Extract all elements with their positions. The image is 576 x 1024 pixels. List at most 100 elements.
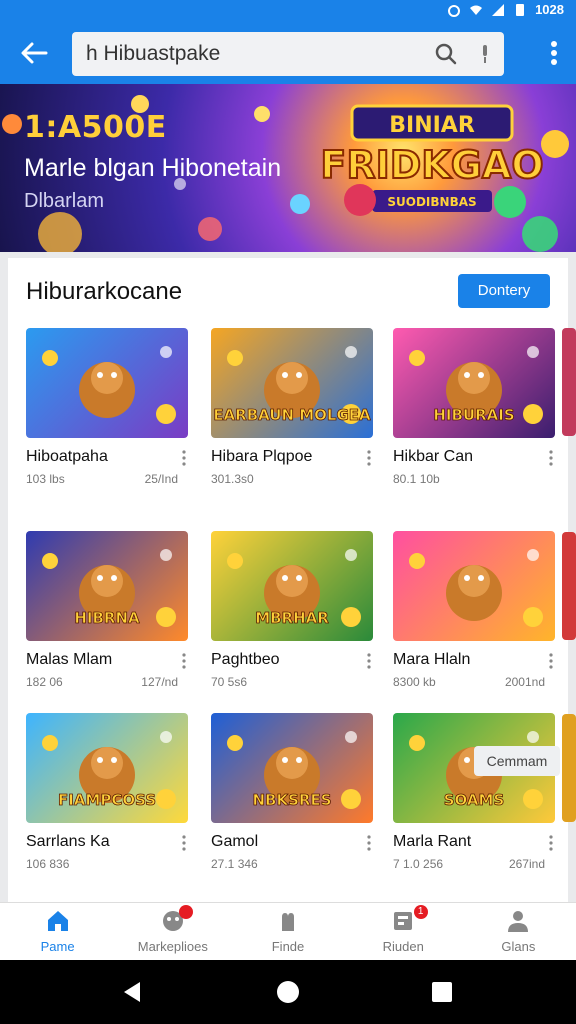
game-size: 301.3s0	[211, 472, 254, 486]
nav-inbox-badge: 1	[413, 905, 428, 919]
tile-overflow-icon[interactable]	[367, 835, 371, 851]
nav-marketplace[interactable]: Markeplioes	[115, 903, 230, 960]
search-input[interactable]: h Hibuastpake	[86, 42, 220, 66]
thumbnail-title-art: HIBURAIS	[433, 406, 514, 424]
game-tile[interactable]: Mara Hlaln 8300 kb 2001nd	[393, 531, 555, 689]
nav-find-label: Finde	[271, 939, 305, 954]
game-size: 70 5s6	[211, 675, 248, 689]
game-size: 7 1.0 256	[393, 857, 444, 871]
game-thumbnail[interactable]: HIBURAIS	[393, 328, 555, 438]
game-tile[interactable]: SOAMS Marla Rant 7 1.0 256 267ind	[393, 713, 555, 871]
game-thumbnail[interactable]: EARBAUN MOLGEA	[211, 328, 373, 438]
game-meta: 80.1 10b	[393, 472, 555, 486]
next-tile-peek	[562, 328, 576, 436]
game-meta: 70 5s6	[211, 675, 373, 689]
tile-overflow-icon[interactable]	[549, 450, 553, 466]
system-back-icon[interactable]	[120, 980, 144, 1004]
game-size: 103 lbs	[26, 472, 65, 486]
game-tile[interactable]: Hiboatpaha 103 lbs 25/Ind	[26, 328, 188, 486]
game-title[interactable]: Gamol	[211, 833, 373, 851]
banner-headline: Marle blgan Hibonetain	[24, 154, 282, 182]
nav-inbox-label: Riuden	[382, 939, 424, 954]
game-meta: 7 1.0 256 267ind	[393, 857, 555, 871]
status-bar: 1028	[0, 0, 576, 22]
game-title[interactable]: Marla Rant	[393, 833, 555, 851]
game-meta: 301.3s0	[211, 472, 373, 486]
game-tile[interactable]: MBRHAR Paghtbeo 70 5s6	[211, 531, 373, 689]
tile-overflow-icon[interactable]	[182, 653, 186, 669]
game-title[interactable]: Sarrlans Ka	[26, 833, 188, 851]
game-size: 27.1 346	[211, 857, 258, 871]
game-thumbnail[interactable]: HIBRNA	[26, 531, 188, 641]
game-thumbnail[interactable]: MBRHAR	[211, 531, 373, 641]
game-thumbnail[interactable]: NBKSRES	[211, 713, 373, 823]
battery-icon	[516, 3, 525, 16]
game-thumbnail[interactable]	[26, 328, 188, 438]
thumbnail-title-art: MBRHAR	[255, 609, 329, 627]
mic-icon[interactable]	[480, 43, 490, 65]
game-title[interactable]: Hibara Plqpoe	[211, 448, 373, 466]
game-tile[interactable]: EARBAUN MOLGEA Hibara Plqpoe 301.3s0	[211, 328, 373, 486]
banner-code: 1:A500E	[24, 110, 167, 145]
tile-overflow-icon[interactable]	[549, 653, 553, 669]
game-title[interactable]: Mara Hlaln	[393, 651, 555, 669]
game-thumbnail[interactable]: FIAMPCOSS	[26, 713, 188, 823]
thumbnail-title-art: SOAMS	[444, 791, 505, 809]
game-thumbnail[interactable]	[393, 531, 555, 641]
catalog-card: Hiburarkocane Dontery Hiboatpaha 103 lbs 2…	[8, 258, 568, 918]
confirm-button[interactable]: Cemmam	[474, 746, 560, 776]
thumbnail-art: NBKSRES	[227, 731, 361, 809]
logo-line-3: SUODIBNBAS	[387, 195, 476, 209]
system-navigation-bar	[0, 960, 576, 1024]
game-tile[interactable]: NBKSRES Gamol 27.1 346	[211, 713, 373, 871]
thumbnail-art: HIBURAIS	[409, 346, 543, 424]
signal-icon	[492, 3, 505, 16]
section-title: Hiburarkocane	[26, 278, 183, 305]
nav-find[interactable]: Finde	[230, 903, 345, 960]
system-home-icon[interactable]	[276, 980, 300, 1004]
banner-subline: Dlbarlam	[24, 190, 105, 212]
game-meta: 103 lbs 25/Ind	[26, 472, 188, 486]
nav-inbox[interactable]: 1 Riuden	[346, 903, 461, 960]
next-tile-peek	[562, 714, 576, 822]
game-title[interactable]: Paghtbeo	[211, 651, 373, 669]
bottom-navigation: Pame Markeplioes Finde 1 Riuden Glans	[0, 902, 576, 960]
back-arrow-icon[interactable]	[16, 36, 52, 70]
promo-banner[interactable]: 1:A500E Marle blgan Hibonetain Dlbarlam …	[0, 84, 576, 252]
game-tile[interactable]: HIBURAIS Hikbar Can 80.1 10b	[393, 328, 555, 486]
game-meta: 8300 kb 2001nd	[393, 675, 555, 689]
see-more-button[interactable]: Dontery	[458, 274, 550, 308]
status-time: 1028	[535, 2, 564, 17]
game-title[interactable]: Hikbar Can	[393, 448, 555, 466]
alarm-icon	[448, 4, 461, 17]
nav-home[interactable]: Pame	[0, 903, 115, 960]
game-tile[interactable]: FIAMPCOSS Sarrlans Ka 106 836	[26, 713, 188, 871]
nav-profile-label: Glans	[501, 939, 536, 954]
wifi-icon	[470, 5, 483, 15]
nav-profile[interactable]: Glans	[461, 903, 576, 960]
tile-overflow-icon[interactable]	[182, 450, 186, 466]
tile-overflow-icon[interactable]	[549, 835, 553, 851]
tile-overflow-icon[interactable]	[367, 450, 371, 466]
system-recents-icon[interactable]	[430, 980, 454, 1004]
game-tile[interactable]: HIBRNA Malas Mlam 182 06 127/nd	[26, 531, 188, 689]
thumbnail-title-art: NBKSRES	[252, 791, 331, 809]
game-title[interactable]: Hiboatpaha	[26, 448, 188, 466]
nav-marketplace-badge	[179, 905, 194, 919]
thumbnail-title-art: EARBAUN MOLGEA	[213, 406, 371, 424]
game-title[interactable]: Malas Mlam	[26, 651, 188, 669]
game-meta: 27.1 346	[211, 857, 373, 871]
search-icon[interactable]	[434, 42, 458, 66]
thumbnail-art: EARBAUN MOLGEA	[213, 346, 371, 424]
thumbnail-art	[42, 346, 176, 424]
thumbnail-art: HIBRNA	[42, 549, 176, 627]
tile-overflow-icon[interactable]	[367, 653, 371, 669]
search-field[interactable]: h Hibuastpake	[72, 32, 504, 76]
profile-icon	[508, 911, 529, 932]
tile-overflow-icon[interactable]	[182, 835, 186, 851]
thumbnail-title-art: HIBRNA	[74, 609, 140, 627]
nav-marketplace-label: Markeplioes	[137, 939, 208, 954]
nav-home-label: Pame	[40, 939, 75, 954]
thumbnail-title-art: FIAMPCOSS	[58, 791, 156, 809]
overflow-menu-icon[interactable]	[550, 40, 558, 66]
